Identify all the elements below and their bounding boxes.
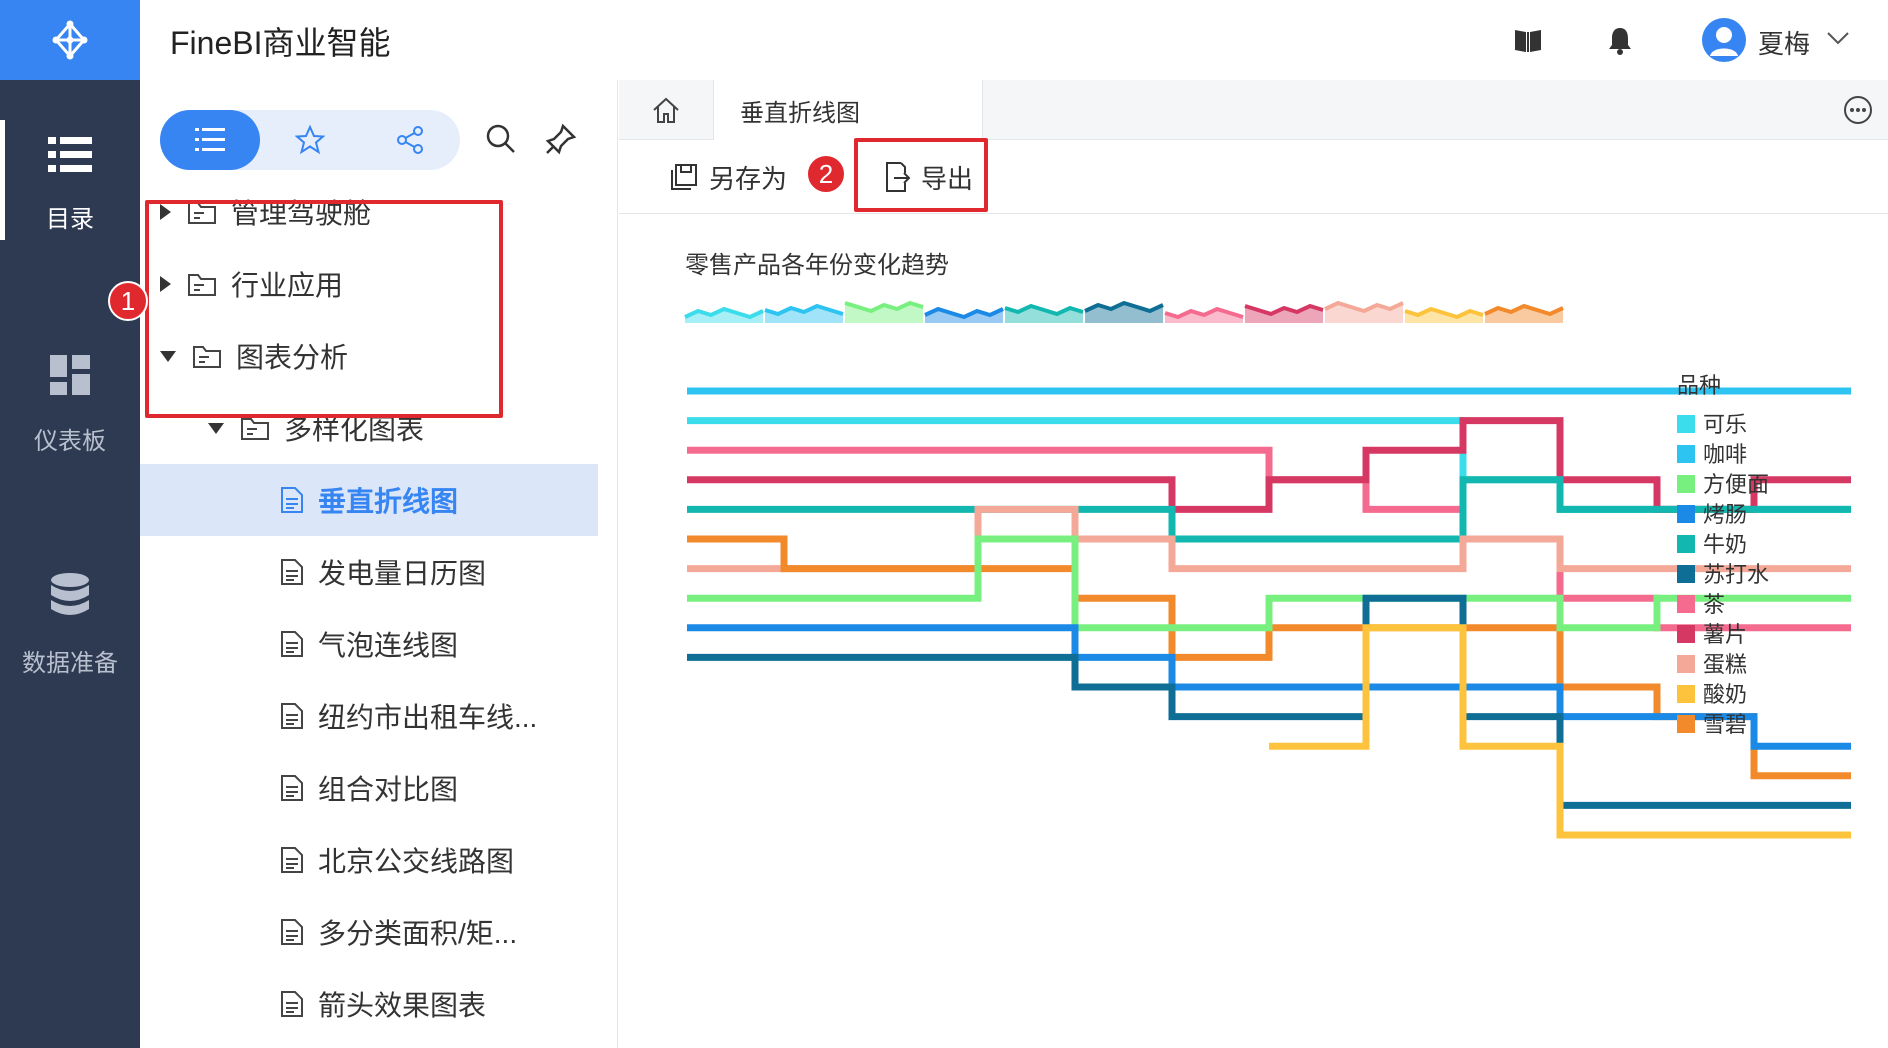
share-icon (397, 126, 423, 154)
more-icon[interactable] (1842, 94, 1874, 126)
tab-favorites[interactable] (260, 110, 360, 170)
legend-label: 薯片 (1703, 622, 1747, 647)
tree-item-label: 北京公交线路图 (318, 846, 515, 877)
tree-doc-item[interactable]: 多分类面积/矩... (140, 896, 598, 968)
legend-swatch (1677, 505, 1695, 523)
home-tab[interactable] (619, 80, 713, 140)
callout-box-1 (145, 200, 503, 418)
chart-title: 零售产品各年份变化趋势 (685, 252, 949, 279)
tree-doc-item[interactable]: 发电量日历图 (140, 536, 598, 608)
legend-swatch (1677, 535, 1695, 553)
series-line (687, 535, 1851, 632)
directory-tabs (160, 110, 460, 170)
document-icon (281, 559, 303, 585)
legend-swatch (1677, 715, 1695, 733)
tree-doc-item[interactable]: 气泡连线图 (140, 608, 598, 680)
tree-item-label: 箭头效果图表 (318, 990, 487, 1021)
left-nav: 目录 仪表板 数据准备 (0, 80, 140, 1048)
legend-title: 品种 (1677, 373, 1721, 398)
tree-doc-item[interactable]: 组合对比图 (140, 752, 598, 824)
legend-swatch (1677, 685, 1695, 703)
pin-icon[interactable] (544, 122, 578, 156)
home-icon (653, 97, 679, 123)
bell-icon[interactable] (1604, 24, 1636, 56)
logo-icon (52, 20, 88, 60)
legend-label: 雪碧 (1703, 712, 1747, 737)
tree-item-label: 纽约市出租车线... (318, 702, 538, 733)
callout-badge-2: 2 (806, 154, 846, 194)
document-icon (281, 487, 303, 513)
document-icon (281, 631, 303, 657)
nav-item-dashboard[interactable]: 仪表板 (0, 330, 140, 480)
user-icon (1710, 27, 1738, 56)
save-as-icon (671, 164, 697, 190)
nav-label: 仪表板 (34, 427, 106, 455)
app-root: 目录 仪表板 数据准备 FineBI商业智能 夏梅 管理驾驶舱 行业应用 图表分… (0, 0, 1888, 1048)
legend-swatch (1677, 475, 1695, 493)
legend-label: 方便面 (1703, 472, 1769, 497)
avatar[interactable] (1702, 18, 1746, 62)
legend-swatch (1677, 445, 1695, 463)
nav-label: 数据准备 (22, 649, 118, 677)
legend-label: 可乐 (1703, 412, 1747, 437)
tree-doc-item[interactable]: 北京公交线路图 (140, 824, 598, 896)
tree-doc-item[interactable]: 垂直折线图 (140, 464, 598, 536)
top-header: FineBI商业智能 夏梅 (140, 0, 1888, 80)
tree-item-label: 组合对比图 (318, 774, 459, 805)
document-icon (281, 775, 303, 801)
legend-swatch (1677, 565, 1695, 583)
nav-label: 目录 (46, 205, 94, 233)
tab-vertical-line-chart[interactable]: 垂直折线图 (713, 80, 983, 141)
logo[interactable] (0, 0, 140, 80)
legend-label: 牛奶 (1703, 532, 1747, 557)
tree-item-label: 气泡连线图 (318, 630, 459, 661)
legend-label: 咖啡 (1703, 442, 1747, 467)
search-icon[interactable] (484, 122, 518, 156)
tree-item-label: 多分类面积/矩... (318, 918, 518, 949)
chart-svg: 品种可乐咖啡方便面烤肠牛奶苏打水茶薯片蛋糕酸奶雪碧 (684, 300, 1851, 839)
star-icon (295, 125, 325, 155)
app-title: FineBI商业智能 (170, 25, 391, 61)
legend-swatch (1677, 595, 1695, 613)
document-icon (281, 847, 303, 873)
legend-label: 烤肠 (1703, 502, 1747, 527)
caret-down-icon[interactable] (208, 422, 224, 434)
tree-item-label: 垂直折线图 (318, 486, 459, 517)
tree-doc-item[interactable]: 箭头效果图表 (140, 968, 598, 1040)
document-icon (281, 991, 303, 1017)
chart-canvas: 品种可乐咖啡方便面烤肠牛奶苏打水茶薯片蛋糕酸奶雪碧 零售产品各年份变化趋势 (619, 215, 1888, 1048)
tree-item-label: 发电量日历图 (318, 558, 487, 589)
document-icon (281, 703, 303, 729)
list-icon (48, 136, 92, 172)
legend-swatch (1677, 415, 1695, 433)
legend-label: 蛋糕 (1703, 652, 1747, 677)
nav-item-directory[interactable]: 目录 (0, 110, 140, 260)
nav-item-data-prep[interactable]: 数据准备 (0, 550, 140, 700)
legend-label: 茶 (1703, 592, 1725, 617)
document-icon (281, 919, 303, 945)
tab-shared[interactable] (360, 110, 460, 170)
callout-box-2 (854, 138, 988, 212)
save-as-label: 另存为 (709, 163, 788, 194)
dashboard-icon (50, 354, 90, 395)
tab-bar: 垂直折线图 (619, 80, 1888, 141)
user-name[interactable]: 夏梅 (1758, 24, 1810, 61)
callout-badge-1: 1 (108, 281, 148, 321)
chevron-down-icon[interactable] (1826, 30, 1850, 46)
tree-doc-item[interactable]: 纽约市出租车线... (140, 680, 598, 752)
list-icon (195, 128, 225, 151)
folder-icon (241, 418, 269, 440)
tab-directory[interactable] (160, 110, 260, 170)
book-icon[interactable] (1512, 24, 1544, 56)
active-indicator (0, 120, 5, 240)
legend-label: 苏打水 (1703, 562, 1769, 587)
legend-swatch (1677, 625, 1695, 643)
legend-label: 酸奶 (1703, 682, 1747, 707)
database-icon (51, 572, 89, 615)
save-as-button[interactable]: 另存为 (669, 140, 787, 214)
legend-swatch (1677, 655, 1695, 673)
